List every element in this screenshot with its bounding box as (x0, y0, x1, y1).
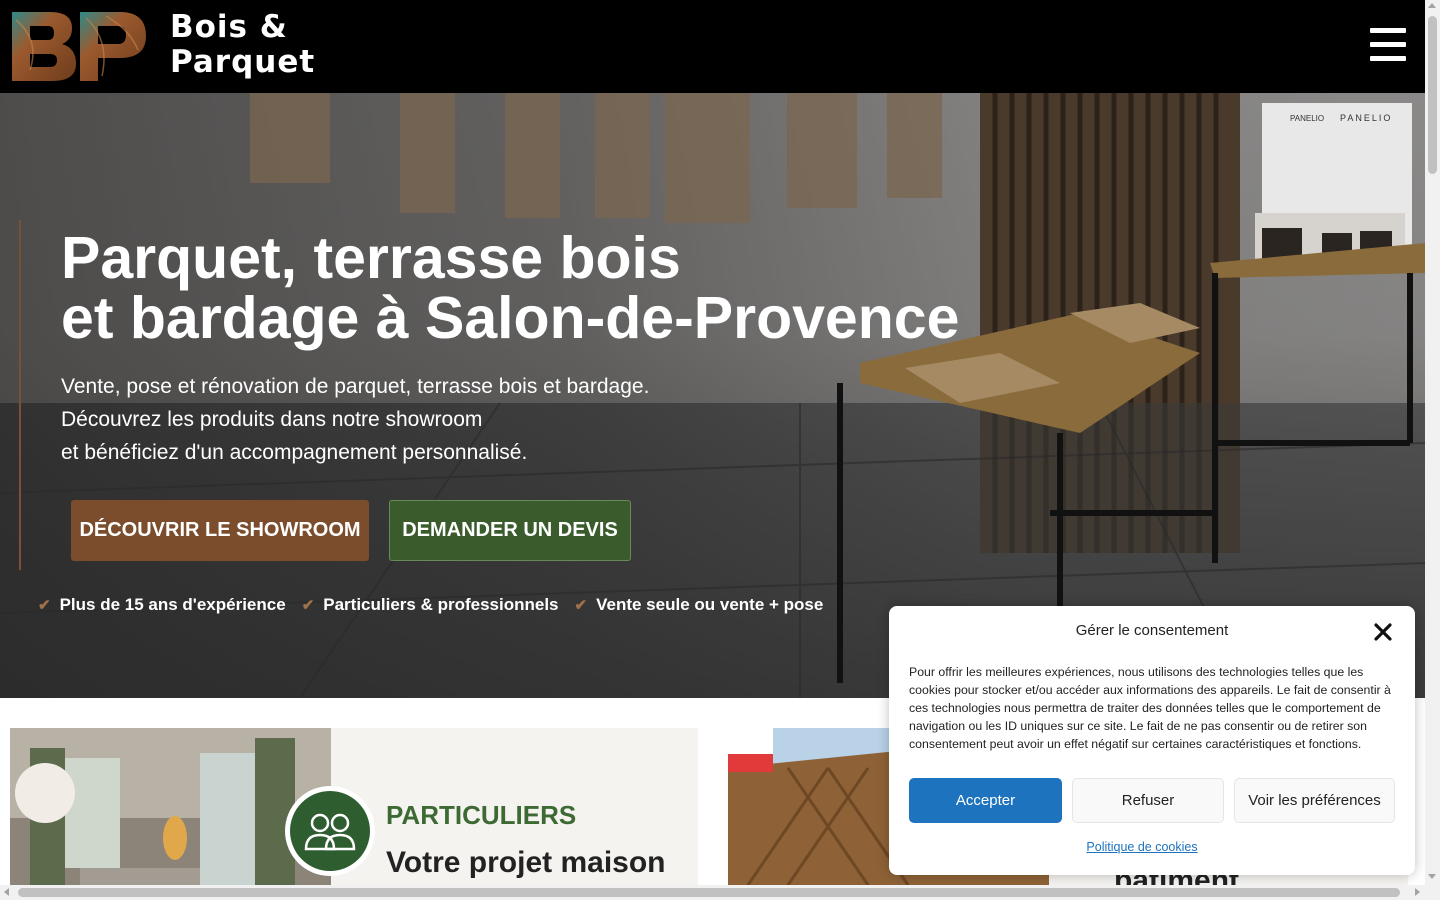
horizontal-scrollbar[interactable] (0, 885, 1440, 900)
preferences-button[interactable]: Voir les préférences (1234, 778, 1395, 823)
hamburger-icon[interactable] (1370, 28, 1406, 62)
logo-text[interactable]: Bois & Parquet (170, 10, 315, 80)
logo-text-line1: Bois & (170, 9, 288, 45)
card1-kicker: PARTICULIERS (386, 800, 577, 830)
vertical-scroll-thumb[interactable] (1428, 16, 1437, 174)
vertical-scrollbar[interactable] (1425, 0, 1440, 885)
panelio-label-1: PANELIO (1290, 114, 1324, 123)
check-label: Plus de 15 ans d'expérience (59, 595, 286, 614)
scroll-up-icon[interactable] (1428, 3, 1436, 8)
check-item: ✔ Vente seule ou vente + pose (575, 595, 824, 615)
panelio-label-2: PANELIO (1340, 113, 1392, 123)
hero-description: Vente, pose et rénovation de parquet, te… (61, 370, 761, 469)
check-label: Particuliers & professionnels (323, 595, 559, 614)
check-item: ✔ Plus de 15 ans d'expérience (38, 595, 286, 615)
accept-button[interactable]: Accepter (909, 778, 1062, 823)
hero-desc-line3: et bénéficiez d'un accompagnement person… (61, 441, 528, 464)
horizontal-scroll-thumb[interactable] (18, 888, 1400, 897)
hero-accent-bar (19, 220, 21, 570)
request-quote-button[interactable]: DEMANDER UN DEVIS (389, 500, 631, 561)
logo-icon[interactable] (10, 10, 148, 83)
hero-title-line2: et bardage à Salon-de-Provence (61, 285, 960, 351)
discover-showroom-button[interactable]: DÉCOUVRIR LE SHOWROOM (71, 500, 369, 561)
hero-checklist: ✔ Plus de 15 ans d'expérience ✔ Particul… (38, 595, 839, 615)
hero-title-line1: Parquet, terrasse bois (61, 225, 681, 291)
living-room-image (10, 728, 331, 885)
hero-title: Parquet, terrasse bois et bardage à Salo… (61, 228, 961, 348)
scroll-down-icon[interactable] (1428, 874, 1436, 879)
check-label: Vente seule ou vente + pose (596, 595, 824, 614)
check-item: ✔ Particuliers & professionnels (302, 595, 559, 615)
close-icon[interactable] (1373, 622, 1393, 642)
check-icon: ✔ (301, 597, 315, 614)
users-badge (285, 786, 375, 876)
check-icon: ✔ (574, 597, 588, 614)
cookie-policy-link[interactable]: Politique de cookies (889, 840, 1395, 854)
users-icon (304, 813, 356, 851)
cookie-title: Gérer le consentement (1075, 622, 1229, 639)
hero-desc-line2: Découvrez les produits dans notre showro… (61, 408, 483, 431)
check-icon: ✔ (38, 597, 51, 614)
card1-title: Votre projet maison (386, 846, 666, 879)
scroll-left-icon[interactable] (4, 888, 9, 896)
cookie-text: Pour offrir les meilleures expériences, … (909, 665, 1391, 751)
cookie-consent-dialog: Gérer le consentement Pour offrir les me… (889, 606, 1415, 875)
scroll-right-icon[interactable] (1415, 888, 1420, 896)
refuse-button[interactable]: Refuser (1072, 778, 1224, 823)
hero-desc-line1: Vente, pose et rénovation de parquet, te… (61, 375, 650, 398)
particuliers-card[interactable]: PARTICULIERS Votre projet maison (10, 728, 698, 885)
logo-text-line2: Parquet (170, 44, 316, 80)
site-header: Bois & Parquet (0, 0, 1425, 93)
